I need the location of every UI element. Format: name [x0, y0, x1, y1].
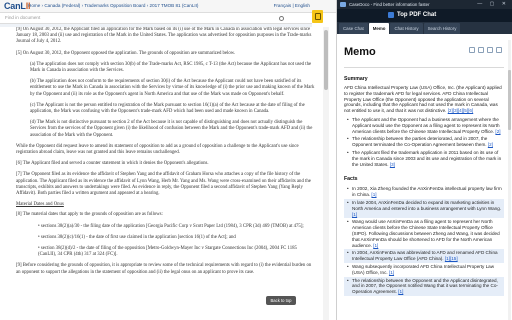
- window-title: CaseDoco - Find better information faste…: [349, 2, 430, 7]
- reference-link[interactable]: [1]: [352, 212, 357, 217]
- document-paragraph: While the Opponent did request leave to …: [16, 143, 299, 156]
- tab-memo[interactable]: Memo: [368, 23, 390, 34]
- panel-header: Top PDF Chat: [337, 9, 512, 22]
- facts-list: In 2002, Xia Zheng founded the AnXinFenD…: [344, 185, 504, 296]
- breadcrumb[interactable]: Home › Canada (Federal) › Trademarks Opp…: [28, 3, 198, 8]
- copy-icon[interactable]: [478, 47, 484, 53]
- document-paragraph: (b) The application does not conform to …: [30, 79, 315, 97]
- search-placeholder: Find in document: [5, 15, 41, 20]
- document-paragraph: (d) The Mark is not distinctive pursuant…: [30, 120, 313, 138]
- document-paragraph: [9] Before considering the grounds of op…: [16, 263, 312, 275]
- summary-point-text: The relationship between the parties det…: [352, 136, 488, 148]
- fact-item: In 2002, Xia Zheng founded the AnXinFenD…: [344, 185, 504, 199]
- fact-item: Wang would use AnXinFenDa as a filing ag…: [344, 218, 504, 249]
- fact-item-text: The relationship between the Opponent an…: [352, 277, 498, 295]
- find-in-document-input[interactable]: Find in document: [0, 13, 312, 24]
- document-paragraph: [6] The Applicant filed and served a cou…: [16, 161, 209, 167]
- fact-item-text: In 2004, AnXinFenDa was abbreviated to A…: [352, 250, 498, 262]
- summary-point: The Applicant and the Opponent had a bus…: [344, 116, 504, 135]
- reference-link[interactable]: [1][15]: [445, 256, 458, 261]
- panel-title: Top PDF Chat: [397, 12, 437, 18]
- document-scroll-thumb[interactable]: [324, 30, 328, 90]
- summary-points: The Applicant and the Opponent had a bus…: [344, 116, 504, 168]
- fact-item: In late 2004, AnXinFenDa decided to expa…: [344, 198, 504, 219]
- summary-heading: Summary: [344, 76, 368, 82]
- reference-link[interactable]: [1]: [398, 289, 403, 294]
- fact-item: In 2004, AnXinFenDa was abbreviated to A…: [344, 249, 504, 263]
- reference-link[interactable]: [1]: [371, 192, 376, 197]
- fact-item-text: Wang subsequently incorporated AFD China…: [352, 263, 495, 275]
- summary-body: AFD China Intellectual Property Law (USA…: [344, 85, 502, 114]
- canlii-logo[interactable]: CanLII: [4, 1, 30, 11]
- casecheck-panel: CaseDoco - Find better information faste…: [337, 0, 512, 320]
- summary-text: AFD China Intellectual Property Law (USA…: [344, 85, 504, 114]
- summary-point: The Applicant filed the trademark applic…: [344, 149, 504, 168]
- reference-link[interactable]: [1]: [389, 270, 394, 275]
- fact-item: Wang subsequently incorporated AFD China…: [344, 263, 504, 277]
- document-paragraph: • sections 38(2)(a)/30 - the filing date…: [38, 223, 304, 229]
- document-paragraph: (c) The Applicant is not the person enti…: [30, 102, 305, 115]
- tab-chat-history[interactable]: Chat History: [390, 23, 423, 34]
- window-controls[interactable]: — ▢ ✕: [477, 0, 509, 9]
- document-paragraph: (a) The application does not comply with…: [30, 61, 312, 74]
- document-paragraph: [8] The material dates that apply to the…: [16, 212, 163, 218]
- back-to-top-button[interactable]: Back to top: [266, 296, 296, 305]
- fact-item: The relationship between the Opponent an…: [344, 276, 504, 296]
- section-heading: Material Dates and Onus: [16, 202, 64, 208]
- memo-title: Memo: [344, 46, 376, 58]
- document-paragraph: • sections 38(2)(c)/16(1) - the date of …: [38, 234, 236, 240]
- search-icon[interactable]: [279, 16, 284, 21]
- document-paragraph: [7] The Opponent filed as its evidence t…: [16, 172, 311, 197]
- reference-link[interactable]: [2]: [488, 142, 493, 147]
- pdf-chat-icon: [388, 12, 394, 18]
- summary-point-text: The Applicant filed the trademark applic…: [352, 149, 502, 167]
- reference-link[interactable]: [3]: [390, 162, 395, 167]
- document-body: [9] On August 30, 2012, the Applicant fi…: [0, 27, 322, 320]
- tab-search-history[interactable]: Search History: [423, 23, 461, 34]
- casecheck-launch-icon[interactable]: [312, 10, 323, 23]
- summary-point: The relationship between the parties det…: [344, 135, 504, 149]
- document-paragraph: • section 38(2)(d)/2 - the date of filin…: [38, 246, 297, 258]
- canlii-topbar: CanLII Home › Canada (Federal) › Tradema…: [0, 0, 336, 13]
- fact-item-text: In late 2004, AnXinFenDa decided to expa…: [352, 199, 502, 211]
- panel-tabs: Case Chat Memo Chat History Search History: [337, 22, 512, 34]
- tab-case-chat[interactable]: Case Chat: [339, 23, 368, 34]
- logo-text: CanL: [4, 1, 26, 11]
- summary-point-text: The Applicant and the Opponent had a bus…: [352, 116, 500, 134]
- app-icon: [340, 2, 346, 7]
- document-paragraph: [9] On August 30, 2012, the Applicant fi…: [16, 27, 312, 45]
- canlii-document-pane: CanLII Home › Canada (Federal) › Tradema…: [0, 0, 337, 320]
- refresh-icon[interactable]: [469, 47, 475, 53]
- reference-link[interactable]: [2]: [495, 129, 500, 134]
- expand-icon[interactable]: [496, 47, 502, 53]
- memo-header: Memo: [344, 38, 504, 68]
- document-paragraph: [5] On August 30, 2012, the Opponent opp…: [16, 50, 236, 56]
- language-switch[interactable]: Français | English: [274, 3, 310, 8]
- reference-link[interactable]: [1]: [373, 243, 378, 248]
- panel-scrollbar[interactable]: [508, 40, 511, 320]
- memo-panel: Memo Summary AFD China Intellectual Prop…: [337, 34, 512, 320]
- download-icon[interactable]: [487, 47, 493, 53]
- window-titlebar: CaseDoco - Find better information faste…: [337, 0, 512, 9]
- facts-heading: Facts: [344, 176, 358, 183]
- summary-reference-link[interactable]: [2][3][4][5][6]: [448, 108, 474, 113]
